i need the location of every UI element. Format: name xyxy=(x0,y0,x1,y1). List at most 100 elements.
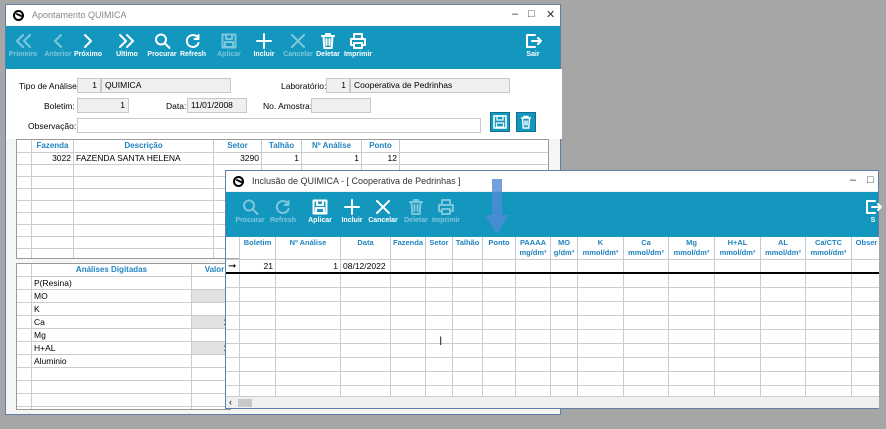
inc-toolbar-btn-procurar[interactable]: Procurar xyxy=(233,198,267,224)
row-line xyxy=(226,301,879,302)
plus-icon xyxy=(256,33,272,49)
grid-cell[interactable]: Ca xyxy=(34,317,45,328)
grid-header: Setor xyxy=(214,140,262,152)
row-line xyxy=(17,302,230,303)
grid-cell[interactable]: Mg xyxy=(34,330,46,341)
toolbar-btn-prximo[interactable]: Próximo xyxy=(73,32,103,58)
grid-cell[interactable]: Aluminio xyxy=(34,356,67,367)
main-window-title: Apontamento QUIMICA xyxy=(32,10,127,20)
toolbar-btn-sair[interactable]: Sair xyxy=(518,32,548,58)
save-obs-button[interactable] xyxy=(490,112,510,132)
boletim-field[interactable]: 1 xyxy=(77,98,129,113)
indicator-col xyxy=(31,140,32,258)
grid-header: Data xyxy=(341,237,391,259)
scroll-left-arrow[interactable]: ‹ xyxy=(229,397,232,407)
toolbar-label: Procurar xyxy=(147,51,177,58)
tipo-code-field[interactable]: 1 xyxy=(77,78,101,93)
grid-header: H+AL mmol/dm³ xyxy=(715,237,761,259)
grid-header: Ca mmol/dm³ xyxy=(624,237,669,259)
inc-toolbar-btn-s[interactable]: S xyxy=(856,198,886,224)
grid-header: MO g/dm³ xyxy=(551,237,578,259)
col-line xyxy=(805,259,806,397)
plus-icon xyxy=(344,199,360,215)
data-field[interactable]: 11/01/2008 xyxy=(187,98,247,113)
toolbar-btn-ultimo[interactable]: Ultimo xyxy=(112,32,142,58)
col-line xyxy=(73,152,74,258)
inc-toolbar-btn-incluir[interactable]: Incluir xyxy=(335,198,369,224)
row-line xyxy=(226,371,879,372)
printer-icon xyxy=(350,33,366,49)
toolbar-label: Refresh xyxy=(179,51,207,58)
close-window-button[interactable]: ✕ xyxy=(546,8,555,21)
lab-name-field[interactable]: Cooperativa de Pedrinhas xyxy=(350,78,510,93)
row-line xyxy=(226,287,879,288)
toolbar-btn-incluir[interactable]: Incluir xyxy=(249,32,279,58)
boletim-label: Boletim: xyxy=(44,101,75,111)
grid-cell[interactable]: 3022 xyxy=(34,153,71,164)
grid-cell[interactable]: FAZENDA SANTA HELENA xyxy=(76,153,211,164)
grid-cell[interactable]: 1 xyxy=(304,153,359,164)
grid-header: Boletim xyxy=(240,237,276,259)
grid-cell[interactable]: K xyxy=(34,304,40,315)
col-line xyxy=(213,152,214,258)
toolbar-label: Refresh xyxy=(269,217,297,224)
amostra-field[interactable] xyxy=(311,98,371,113)
toolbar-btn-imprimir[interactable]: Imprimir xyxy=(343,32,373,58)
grid-cell[interactable]: 08/12/2022 xyxy=(343,261,388,272)
col-line xyxy=(550,259,551,397)
inc-toolbar-btn-cancelar[interactable]: Cancelar xyxy=(366,198,400,224)
grid-cell[interactable]: H+AL xyxy=(34,343,56,354)
inclusion-grid[interactable]: Boletim Nº Análise Data Fazenda Setor Talhão P… xyxy=(226,237,879,397)
close-icon xyxy=(291,34,305,48)
obs-field[interactable] xyxy=(77,118,481,133)
col-line xyxy=(425,259,426,397)
inc-toolbar-btn-aplicar[interactable]: Aplicar xyxy=(303,198,337,224)
horizontal-scrollbar[interactable]: ‹ xyxy=(226,396,879,408)
indicator-col xyxy=(239,237,240,397)
inc-toolbar-btn-deletar[interactable]: Deletar xyxy=(399,198,433,224)
grid-cell[interactable]: P(Resina) xyxy=(34,278,72,289)
maximize-button[interactable]: □ xyxy=(528,8,535,20)
grid-header: Mg mmol/dm³ xyxy=(669,237,715,259)
indicator-col xyxy=(31,264,32,409)
col-line xyxy=(390,259,391,397)
text-cursor-icon: I xyxy=(439,334,443,348)
search-icon xyxy=(243,199,259,215)
trash-icon xyxy=(521,115,531,129)
grid-cell[interactable]: 12 xyxy=(364,153,397,164)
grid-cell[interactable]: MO xyxy=(34,291,48,302)
toolbar-label: Procurar xyxy=(235,217,265,224)
scroll-thumb[interactable] xyxy=(238,399,252,407)
toolbar-btn-aplicar[interactable]: Aplicar xyxy=(214,32,244,58)
grid-cell[interactable]: 21 xyxy=(242,261,273,272)
grid-cell[interactable]: 1 xyxy=(278,261,338,272)
lab-code-field[interactable]: 1 xyxy=(326,78,350,93)
inc-toolbar-btn-refresh[interactable]: Refresh xyxy=(266,198,300,224)
grid-cell[interactable]: 3290 xyxy=(216,153,259,164)
inclusion-window-title: Inclusão de QUIMICA - [ Cooperativa de P… xyxy=(252,176,461,186)
grid-cell[interactable]: 1 xyxy=(264,153,299,164)
maximize-button[interactable]: □ xyxy=(867,174,874,186)
row-line xyxy=(226,343,879,344)
tipo-name-field[interactable]: QUIMICA xyxy=(101,78,231,93)
toolbar-btn-deletar[interactable]: Deletar xyxy=(313,32,343,58)
toolbar-btn-cancelar[interactable]: Cancelar xyxy=(283,32,313,58)
delete-obs-button[interactable] xyxy=(516,112,536,132)
toolbar-btn-refresh[interactable]: Refresh xyxy=(178,32,208,58)
minimize-button[interactable]: – xyxy=(850,174,856,186)
trash-icon xyxy=(409,199,423,215)
inc-toolbar-btn-imprimir[interactable]: Imprimir xyxy=(429,198,463,224)
grid-cell[interactable]: 1 xyxy=(192,343,228,354)
digitized-grid[interactable]: Análises DigitadasValorP(Resina)MOKCa1Mg… xyxy=(16,263,231,410)
row-pointer-icon: ➞ xyxy=(228,261,237,272)
inclusion-titlebar: Inclusão de QUIMICA - [ Cooperativa de P… xyxy=(226,171,878,191)
grid-header: AL mmol/dm³ xyxy=(761,237,806,259)
minimize-button[interactable]: – xyxy=(512,8,518,20)
toolbar-btn-anterior[interactable]: Anterior xyxy=(43,32,73,58)
tipo-label: Tipo de Análise xyxy=(19,81,77,91)
toolbar-btn-primeiro[interactable]: Primeiro xyxy=(8,32,38,58)
grid-header: PAAAA mg/dm³ xyxy=(516,237,551,259)
grid-cell[interactable]: 1 xyxy=(192,317,228,328)
chevron-right-icon xyxy=(84,34,92,48)
toolbar-btn-procurar[interactable]: Procurar xyxy=(147,32,177,58)
